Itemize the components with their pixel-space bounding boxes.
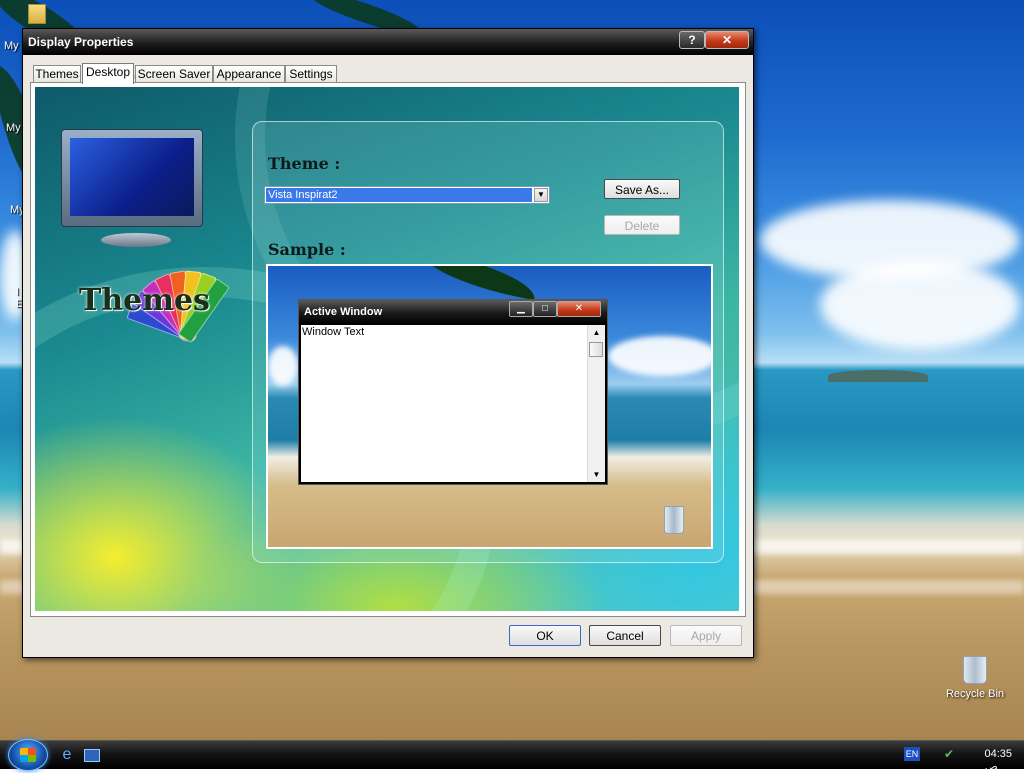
help-button[interactable]: ?: [679, 31, 705, 49]
island: [828, 370, 928, 382]
cancel-button[interactable]: Cancel: [589, 625, 661, 646]
theme-label: Theme :: [268, 154, 341, 173]
save-as-button[interactable]: Save As...: [604, 179, 680, 199]
window-title: Display Properties: [28, 35, 134, 49]
desktop-label[interactable]: My: [4, 40, 19, 52]
language-indicator[interactable]: EN: [904, 747, 920, 761]
recycle-bin-icon: [963, 656, 987, 684]
scroll-up-icon: ▲: [592, 328, 601, 337]
recycle-bin-icon: [664, 506, 684, 534]
close-icon: ✕: [557, 301, 601, 317]
color-palette-icon: [126, 191, 250, 344]
clock[interactable]: 04:35 ص: [984, 748, 1012, 773]
sample-window-text: Window Text: [302, 326, 365, 338]
sample-scrollbar: ▲ ▼: [587, 325, 605, 482]
recycle-bin[interactable]: Recycle Bin: [940, 656, 1010, 700]
apply-button[interactable]: Apply: [670, 625, 742, 646]
windows-flag-icon: [20, 748, 36, 762]
scroll-thumb: [589, 342, 603, 357]
folder-icon[interactable]: [28, 4, 46, 24]
tab-desktop[interactable]: Desktop: [82, 63, 134, 84]
sample-window-title: Active Window: [304, 306, 383, 318]
desktop-label[interactable]: My: [6, 122, 21, 134]
tab-appearance[interactable]: Appearance: [213, 65, 285, 83]
tab-page: Themes Theme : Vista Inspirat2 ▼ Save As…: [30, 82, 746, 617]
theme-settings-box: Theme : Vista Inspirat2 ▼ Save As... Del…: [252, 121, 724, 563]
close-button[interactable]: ✕: [705, 31, 749, 49]
desktop-label[interactable]: I: [16, 286, 19, 298]
tab-screen-saver[interactable]: Screen Saver: [135, 65, 213, 83]
start-button[interactable]: [8, 739, 48, 771]
display-properties-dialog: Display Properties ? ✕ Themes Desktop Sc…: [22, 28, 754, 658]
sample-active-window: Active Window ▁ □ ✕ Window Text ▲ ▼: [298, 299, 608, 485]
scroll-down-icon: ▼: [592, 470, 601, 479]
sample-title-bar: Active Window ▁ □ ✕: [299, 300, 607, 324]
theme-dropdown[interactable]: Vista Inspirat2 ▼: [264, 186, 550, 204]
ie-icon[interactable]: e: [58, 746, 76, 764]
tab-themes[interactable]: Themes: [33, 65, 81, 83]
recycle-bin-label: Recycle Bin: [945, 688, 1005, 700]
themes-panel: Themes Theme : Vista Inspirat2 ▼ Save As…: [35, 87, 739, 611]
themes-caption: Themes: [79, 283, 210, 318]
cloud: [820, 260, 1020, 350]
maximize-icon: □: [533, 301, 557, 317]
chevron-down-icon[interactable]: ▼: [534, 188, 548, 202]
sample-label: Sample :: [268, 240, 346, 259]
sample-preview: Active Window ▁ □ ✕ Window Text ▲ ▼: [266, 264, 713, 549]
network-icon[interactable]: ✔: [944, 747, 958, 761]
taskbar: e EN ✔ 04:35 ص: [0, 739, 1024, 773]
tab-settings[interactable]: Settings: [285, 65, 337, 83]
delete-button[interactable]: Delete: [604, 215, 680, 235]
sample-window-client: Window Text ▲ ▼: [301, 325, 605, 482]
show-desktop-icon[interactable]: [82, 746, 100, 764]
theme-dropdown-value: Vista Inspirat2: [266, 188, 532, 202]
ok-button[interactable]: OK: [509, 625, 581, 646]
minimize-icon: ▁: [509, 301, 533, 317]
title-bar[interactable]: Display Properties ? ✕: [23, 29, 753, 55]
